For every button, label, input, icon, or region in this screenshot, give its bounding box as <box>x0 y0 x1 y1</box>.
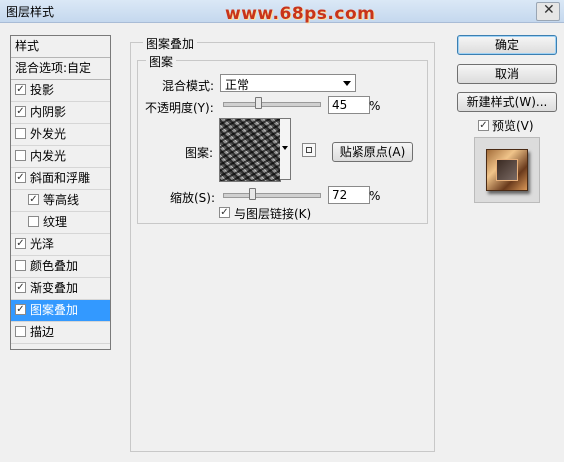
cancel-button[interactable]: 取消 <box>457 64 557 84</box>
sidebar-item[interactable]: 纹理 <box>11 212 110 234</box>
sidebar-item-label: 等高线 <box>43 193 80 207</box>
scale-slider-thumb[interactable] <box>248 188 256 200</box>
scale-input[interactable]: 72 <box>328 186 370 204</box>
sidebar-item-checkbox[interactable]: ✓ <box>15 106 26 117</box>
new-preset-icon <box>306 147 312 153</box>
sidebar-item-label: 光泽 <box>30 237 55 251</box>
window-title: 图层样式 <box>6 5 55 19</box>
sidebar-item-checkbox[interactable] <box>15 128 26 139</box>
sidebar-item-checkbox[interactable]: ✓ <box>15 238 26 249</box>
link-with-layer-checkbox[interactable]: ✓ <box>219 207 230 218</box>
snap-to-origin-button[interactable]: 贴紧原点(A) <box>332 142 413 162</box>
scale-slider[interactable] <box>223 193 321 198</box>
sidebar-item-checkbox[interactable] <box>15 150 26 161</box>
ok-button[interactable]: 确定 <box>457 35 557 55</box>
preview-swatch-inner <box>496 159 518 181</box>
new-preset-button[interactable] <box>302 143 316 157</box>
preview-label: 预览(V) <box>492 119 534 133</box>
sidebar-item-label: 描边 <box>30 325 55 339</box>
sidebar-item[interactable]: ✓ 图案叠加 <box>11 300 110 322</box>
scale-label: 缩放(S): <box>170 191 216 205</box>
sidebar-item[interactable]: 描边 <box>11 322 110 344</box>
sidebar-item-checkbox[interactable] <box>15 260 26 271</box>
blend-mode-label: 混合模式: <box>162 79 215 93</box>
pattern-group-title: 图案 <box>146 53 177 70</box>
sidebar-item[interactable]: 外发光 <box>11 124 110 146</box>
sidebar-item[interactable]: ✓ 内阴影 <box>11 102 110 124</box>
styles-sidebar: 样式 混合选项:自定 ✓ 投影 ✓ 内阴影外发光内发光 ✓ 斜面和浮雕 ✓ 等高线纹理 ✓ 光泽颜… <box>10 35 111 350</box>
sidebar-item-checkbox[interactable]: ✓ <box>15 282 26 293</box>
close-button[interactable]: ✕ <box>536 2 560 21</box>
sidebar-item-checkbox[interactable]: ✓ <box>28 194 39 205</box>
sidebar-item-checkbox[interactable]: ✓ <box>15 172 26 183</box>
sidebar-item-label: 内发光 <box>30 149 67 163</box>
watermark: www.68ps.com <box>225 4 376 24</box>
sidebar-item-blend-options[interactable]: 混合选项:自定 <box>11 58 110 80</box>
sidebar-item-label: 图案叠加 <box>30 303 79 317</box>
preview-swatch <box>486 149 528 191</box>
preview-checkbox[interactable]: ✓ <box>478 120 489 131</box>
sidebar-item-label: 内阴影 <box>30 105 67 119</box>
sidebar-item-label: 纹理 <box>43 215 68 229</box>
blend-mode-select[interactable]: 正常 <box>220 74 356 92</box>
sidebar-item[interactable]: ✓ 投影 <box>11 80 110 102</box>
opacity-slider[interactable] <box>223 102 321 107</box>
sidebar-item-label: 渐变叠加 <box>30 281 79 295</box>
sidebar-item[interactable]: ✓ 等高线 <box>11 190 110 212</box>
sidebar-item-label: 投影 <box>30 83 55 97</box>
pattern-overlay-title: 图案叠加 <box>143 35 198 52</box>
sidebar-items: ✓ 投影 ✓ 内阴影外发光内发光 ✓ 斜面和浮雕 ✓ 等高线纹理 ✓ 光泽颜色叠加 ✓ 渐变叠加 ✓ 图案… <box>11 80 110 344</box>
sidebar-item-label: 斜面和浮雕 <box>30 171 91 185</box>
opacity-input[interactable]: 45 <box>328 96 370 114</box>
chevron-down-icon <box>343 81 351 86</box>
sidebar-item[interactable]: 内发光 <box>11 146 110 168</box>
pattern-dropdown-button[interactable] <box>280 118 291 180</box>
scale-unit: % <box>369 189 381 203</box>
style-preview <box>474 137 540 203</box>
opacity-label: 不透明度(Y): <box>145 101 214 115</box>
sidebar-header[interactable]: 样式 <box>11 36 110 58</box>
sidebar-item-checkbox[interactable] <box>28 216 39 227</box>
sidebar-item[interactable]: 颜色叠加 <box>11 256 110 278</box>
chevron-down-icon <box>282 146 288 150</box>
sidebar-item-label: 外发光 <box>30 127 67 141</box>
sidebar-item-checkbox[interactable]: ✓ <box>15 304 26 315</box>
sidebar-item-checkbox[interactable]: ✓ <box>15 84 26 95</box>
sidebar-item[interactable]: ✓ 渐变叠加 <box>11 278 110 300</box>
blend-mode-value: 正常 <box>225 78 250 92</box>
new-style-button[interactable]: 新建样式(W)... <box>457 92 557 112</box>
sidebar-item-checkbox[interactable] <box>15 326 26 337</box>
sidebar-item-label: 颜色叠加 <box>30 259 79 273</box>
pattern-label: 图案: <box>185 146 214 160</box>
title-bar: 图层样式 www.68ps.com ✕ <box>0 0 564 24</box>
opacity-slider-thumb[interactable] <box>255 97 263 109</box>
sidebar-item[interactable]: ✓ 光泽 <box>11 234 110 256</box>
pattern-picker[interactable] <box>219 118 281 182</box>
close-icon: ✕ <box>543 2 555 18</box>
link-with-layer-label: 与图层链接(K) <box>234 207 312 221</box>
sidebar-item[interactable]: ✓ 斜面和浮雕 <box>11 168 110 190</box>
opacity-unit: % <box>369 99 381 113</box>
